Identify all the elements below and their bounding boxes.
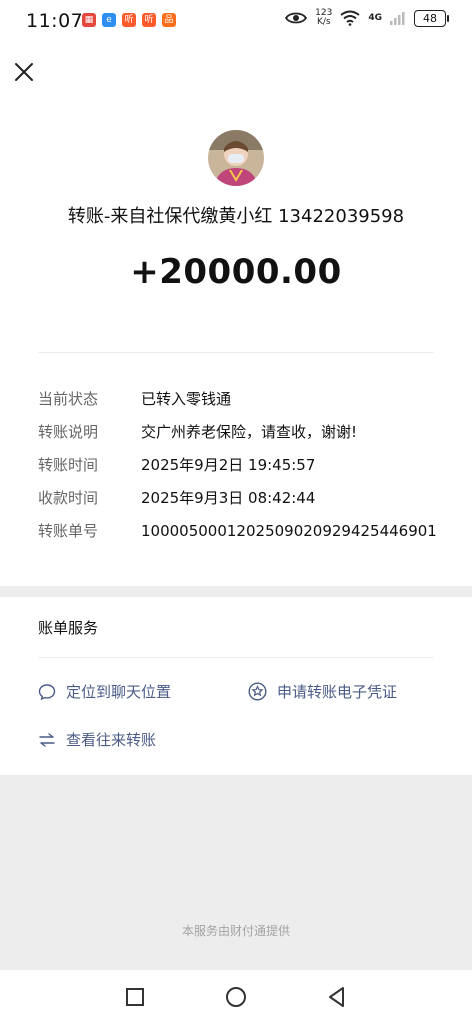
divider bbox=[38, 352, 434, 353]
detail-value: 2025年9月3日 08:42:44 bbox=[141, 489, 316, 507]
eye-icon bbox=[285, 12, 308, 24]
detail-value: 已转入零钱通 bbox=[141, 390, 232, 408]
locate-chat-link[interactable]: 定位到聊天位置 bbox=[38, 681, 171, 702]
apply-voucher-label: 申请转账电子凭证 bbox=[277, 683, 398, 701]
detail-label: 转账单号 bbox=[38, 522, 99, 540]
app-icon-5: 品 bbox=[162, 13, 176, 27]
bill-services-title: 账单服务 bbox=[38, 619, 99, 637]
detail-row-transfer-time: 转账时间 2025年9月2日 19:45:57 bbox=[38, 448, 458, 481]
notification-icons: ▦ e 听 听 品 bbox=[82, 13, 176, 27]
view-history-label: 查看往来转账 bbox=[66, 731, 157, 749]
app-icon-2: e bbox=[102, 13, 116, 27]
status-time: 11:07 bbox=[26, 10, 84, 32]
locate-chat-label: 定位到聊天位置 bbox=[66, 683, 172, 701]
network-type: 4G bbox=[368, 13, 382, 23]
detail-row-status: 当前状态 已转入零钱通 bbox=[38, 382, 458, 415]
star-badge-icon bbox=[248, 682, 267, 701]
chat-bubble-icon bbox=[38, 683, 56, 700]
detail-label: 收款时间 bbox=[38, 489, 99, 507]
detail-row-note: 转账说明 交广州养老保险，请查收，谢谢! bbox=[38, 415, 458, 448]
speed-unit: K/s bbox=[316, 17, 331, 27]
detail-row-transfer-id: 转账单号 1000050001202509020929425446901 bbox=[38, 514, 458, 547]
detail-list: 当前状态 已转入零钱通 转账说明 交广州养老保险，请查收，谢谢! 转账时间 20… bbox=[38, 382, 458, 547]
bill-services-section: 账单服务 定位到聊天位置 申请转账电子凭证 查看往来转账 bbox=[0, 597, 472, 775]
transfer-title: 转账-来自社保代缴黄小红 13422039598 bbox=[67, 206, 405, 227]
recent-apps-icon[interactable] bbox=[122, 984, 148, 1010]
status-bar: 11:07 ▦ e 听 听 品 123 K/s 4G 48 bbox=[0, 0, 472, 44]
app-icon-3: 听 bbox=[122, 13, 136, 27]
transfer-amount: +20000.00 bbox=[130, 252, 342, 292]
close-icon[interactable] bbox=[12, 60, 36, 84]
home-icon[interactable] bbox=[223, 984, 249, 1010]
provider-note: 本服务由财付通提供 bbox=[181, 924, 290, 938]
signal-icon bbox=[390, 12, 405, 25]
transfer-detail-card: 转账-来自社保代缴黄小红 13422039598 +20000.00 当前状态 … bbox=[0, 102, 472, 586]
detail-label: 转账说明 bbox=[38, 423, 99, 441]
view-history-link[interactable]: 查看往来转账 bbox=[38, 729, 156, 750]
wifi-icon bbox=[340, 10, 360, 26]
apply-voucher-link[interactable]: 申请转账电子凭证 bbox=[248, 681, 397, 702]
network-speed: 123 K/s bbox=[315, 9, 332, 27]
header bbox=[0, 44, 472, 102]
battery-indicator: 48 bbox=[414, 9, 449, 27]
back-icon[interactable] bbox=[324, 984, 350, 1010]
avatar bbox=[208, 130, 264, 186]
detail-value: 2025年9月2日 19:45:57 bbox=[141, 456, 316, 474]
detail-row-receive-time: 收款时间 2025年9月3日 08:42:44 bbox=[38, 481, 458, 514]
detail-label: 当前状态 bbox=[38, 390, 99, 408]
divider bbox=[38, 657, 434, 658]
detail-value: 1000050001202509020929425446901 bbox=[141, 521, 437, 540]
swap-arrows-icon bbox=[39, 732, 55, 747]
detail-value: 交广州养老保险，请查收，谢谢! bbox=[141, 423, 358, 441]
app-icon-1: ▦ bbox=[82, 13, 96, 27]
detail-label: 转账时间 bbox=[38, 456, 99, 474]
system-navigation-bar bbox=[0, 970, 472, 1024]
app-icon-4: 听 bbox=[142, 13, 156, 27]
system-status: 123 K/s 4G 48 bbox=[285, 9, 449, 27]
